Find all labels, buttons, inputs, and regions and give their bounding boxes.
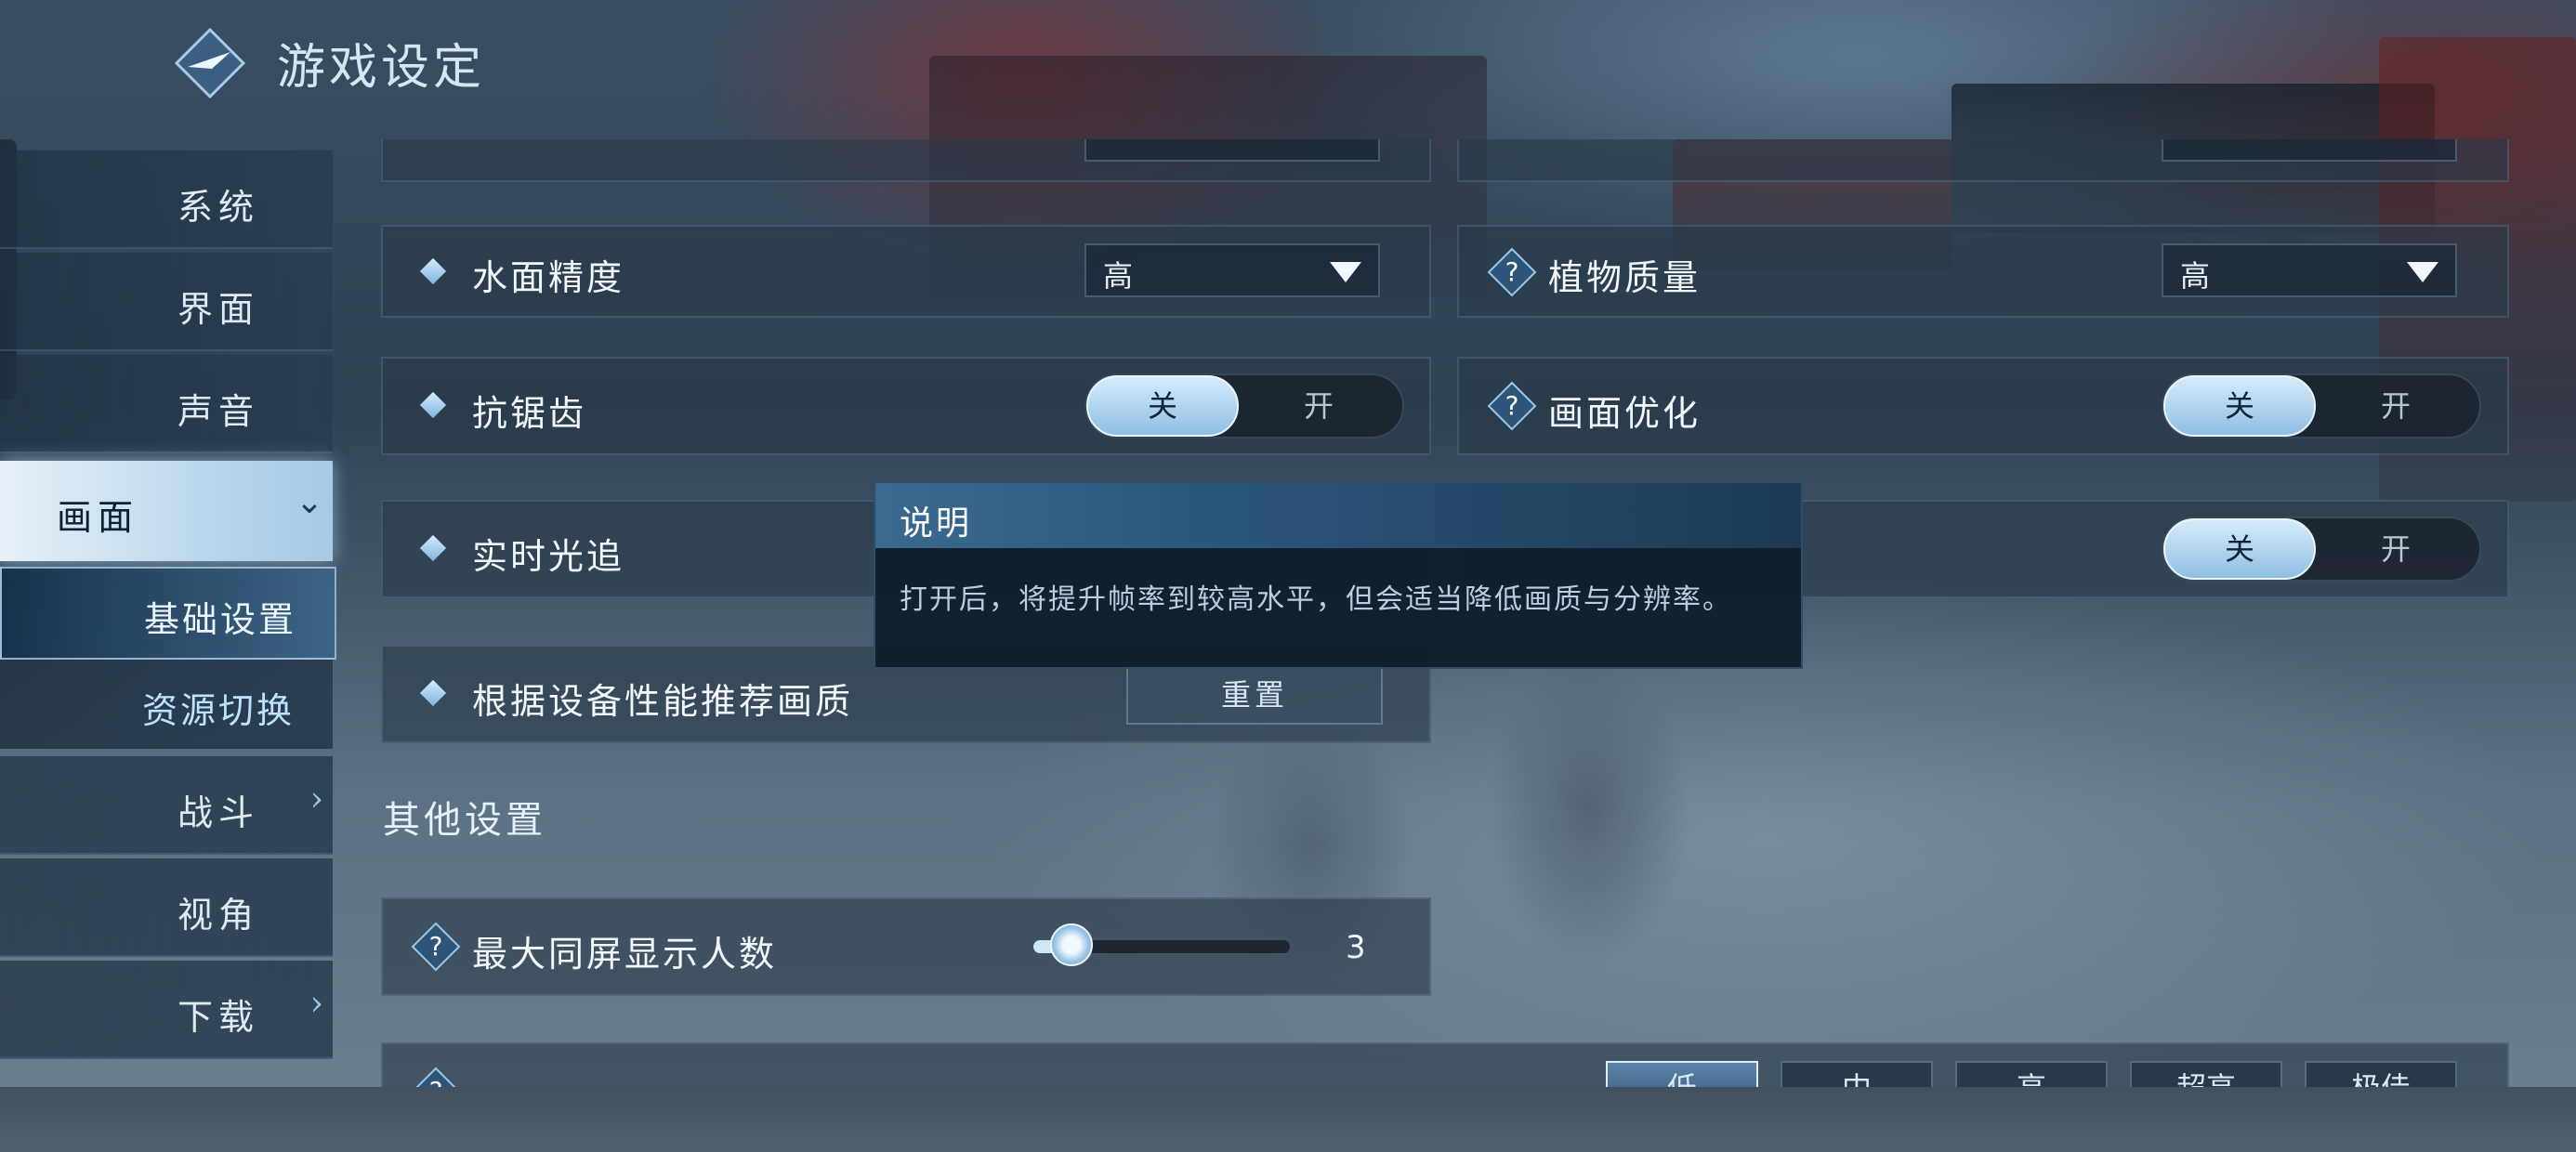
- chevron-down-icon: [1330, 262, 1361, 282]
- toggle-off-option[interactable]: 关: [2163, 518, 2316, 580]
- diamond-bullet-icon: [419, 391, 447, 419]
- diamond-bullet-icon: [419, 679, 447, 707]
- setting-row-partial: [1457, 139, 2509, 182]
- chevron-right-icon: ›: [309, 780, 323, 818]
- max-players-slider[interactable]: [1033, 923, 1290, 966]
- bottom-fade: [0, 1087, 2576, 1152]
- effects-option-extreme[interactable]: 极佳: [2305, 1061, 2457, 1087]
- setting-row-optimization: ? 画面优化 关 开: [1457, 357, 2509, 455]
- select-value: 高: [1103, 258, 1134, 294]
- svg-text:?: ?: [1505, 256, 1519, 287]
- game-logo-icon[interactable]: [175, 28, 245, 98]
- sidebar-item-label: 界面: [177, 289, 259, 330]
- setting-label: 水面精度: [472, 257, 625, 298]
- diamond-bullet-icon: [419, 257, 447, 285]
- sidebar-item-sound[interactable]: 声音: [0, 355, 333, 453]
- reset-button[interactable]: 重置: [1126, 665, 1383, 725]
- slider-handle[interactable]: [1050, 923, 1094, 966]
- help-icon[interactable]: ?: [1487, 247, 1537, 297]
- toggle-on-option[interactable]: 开: [2312, 518, 2479, 580]
- chevron-down-icon: [2407, 262, 2438, 282]
- section-title: 其他设置: [383, 799, 546, 842]
- diamond-bullet-icon: [419, 534, 447, 562]
- setting-label: 实时光追: [472, 536, 625, 577]
- setting-row-max-players: ? 最大同屏显示人数 3: [381, 897, 1431, 996]
- setting-row-effects: ? 低 中 高 超高 极佳: [381, 1042, 2509, 1087]
- sidebar-item-label: 画面: [56, 497, 138, 538]
- sidebar-subitem-label: 基础设置: [143, 599, 296, 640]
- sidebar-item-label: 声音: [177, 391, 259, 432]
- svg-text:?: ?: [429, 1076, 443, 1087]
- sidebar-item-camera[interactable]: 视角: [0, 858, 333, 957]
- select-partial[interactable]: [2162, 139, 2457, 162]
- top-bar: 游戏设定: [0, 0, 2576, 139]
- hidden-setting-toggle[interactable]: 关 开: [2162, 517, 2481, 582]
- chevron-right-icon: ›: [309, 985, 323, 1023]
- setting-row-partial: [381, 139, 1431, 182]
- antialias-toggle[interactable]: 关 开: [1084, 373, 1404, 439]
- setting-label: 植物质量: [1548, 257, 1702, 298]
- effects-option-high[interactable]: 高: [1955, 1061, 2108, 1087]
- setting-row-plant: ? 植物质量 高: [1457, 225, 2509, 318]
- sidebar-item-label: 战斗: [177, 792, 259, 833]
- slider-value: 3: [1346, 929, 1366, 966]
- sidebar-subitem-resource[interactable]: 资源切换: [0, 660, 333, 749]
- help-icon[interactable]: ?: [1487, 381, 1537, 431]
- effects-option-mid[interactable]: 中: [1781, 1061, 1933, 1087]
- toggle-on-option[interactable]: 开: [1235, 375, 1402, 437]
- setting-label: 画面优化: [1548, 393, 1702, 434]
- effects-option-ultra[interactable]: 超高: [2130, 1061, 2282, 1087]
- help-icon[interactable]: ?: [411, 1067, 461, 1087]
- setting-label: 根据设备性能推荐画质: [472, 681, 854, 722]
- sidebar-subitem-label: 资源切换: [141, 690, 295, 731]
- sidebar-item-label: 下载: [177, 997, 259, 1038]
- sidebar-item-label: 视角: [177, 895, 259, 936]
- setting-label: 最大同屏显示人数: [472, 934, 778, 975]
- toggle-off-option[interactable]: 关: [1086, 375, 1239, 437]
- page-title: 游戏设定: [277, 40, 486, 96]
- tooltip-header: 说明: [875, 483, 1801, 548]
- setting-label: 抗锯齿: [472, 393, 587, 434]
- svg-text:?: ?: [429, 931, 443, 962]
- plant-quality-select[interactable]: 高: [2162, 243, 2457, 297]
- svg-text:?: ?: [1505, 390, 1519, 421]
- sidebar-item-graphics[interactable]: 画面 ⌄: [0, 461, 333, 561]
- sidebar-item-label: 系统: [177, 187, 259, 228]
- sidebar-item-interface[interactable]: 界面: [0, 253, 333, 351]
- setting-row-water: 水面精度 高: [381, 225, 1431, 318]
- select-value: 高: [2180, 258, 2211, 294]
- optimization-toggle[interactable]: 关 开: [2162, 373, 2481, 439]
- select-partial[interactable]: [1084, 139, 1380, 162]
- sidebar-item-download[interactable]: 下载 ›: [0, 961, 333, 1059]
- sidebar-item-combat[interactable]: 战斗 ›: [0, 756, 333, 855]
- toggle-on-option[interactable]: 开: [2312, 375, 2479, 437]
- tooltip-body: 打开后，将提升帧率到较高水平，但会适当降低画质与分辨率。: [900, 583, 1732, 616]
- tooltip-title: 说明: [900, 504, 973, 543]
- setting-row-antialias: 抗锯齿 关 开: [381, 357, 1431, 455]
- help-tooltip: 说明 打开后，将提升帧率到较高水平，但会适当降低画质与分辨率。: [874, 481, 1803, 669]
- help-icon[interactable]: ?: [411, 922, 461, 972]
- effects-option-low[interactable]: 低: [1606, 1061, 1758, 1087]
- toggle-off-option[interactable]: 关: [2163, 375, 2316, 437]
- chevron-down-icon: ⌄: [295, 483, 323, 521]
- sidebar-subitem-basic[interactable]: 基础设置: [0, 567, 336, 660]
- sidebar-item-system[interactable]: 系统: [0, 151, 333, 249]
- water-quality-select[interactable]: 高: [1084, 243, 1380, 297]
